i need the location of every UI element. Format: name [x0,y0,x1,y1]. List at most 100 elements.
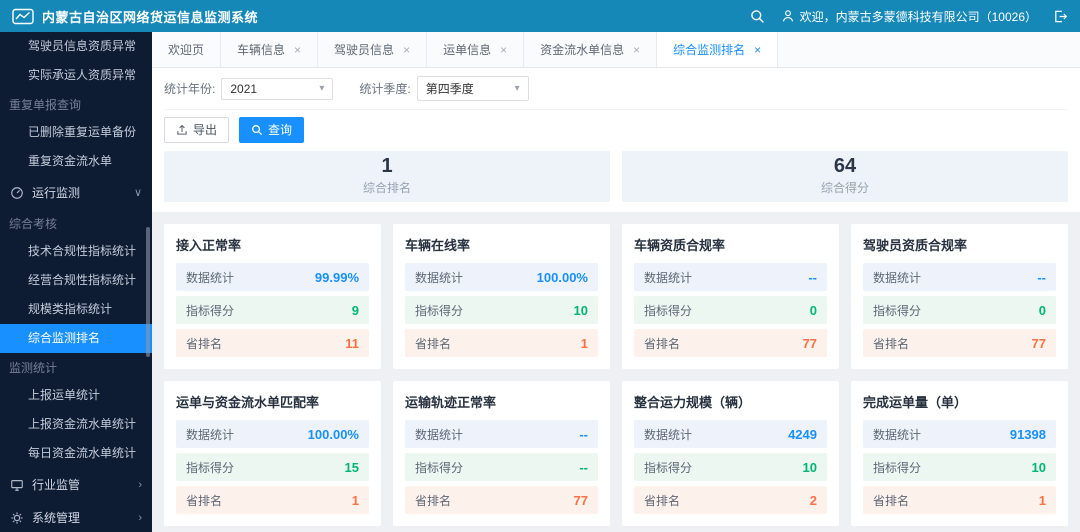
tab-fund-flow-info[interactable]: 资金流水单信息 × [524,32,658,67]
metric-stat-value: 4249 [788,426,817,442]
metric-rank-row: 省排名 11 [176,329,369,357]
app-window: 内蒙古自治区网络货运信息监测系统 欢迎，内蒙古多蒙德科技有限公司（10026） [0,0,1080,532]
sidebar-item-deleted-duplicate-waybill-backup[interactable]: 已删除重复运单备份 [0,118,152,147]
sidebar-group-system-management[interactable]: 系统管理 › [0,501,152,532]
metric-score-label: 指标得分 [186,303,235,318]
metric-rank-label: 省排名 [415,336,452,351]
app-logo-icon [12,8,34,25]
metric-score-label: 指标得分 [415,460,464,475]
summary-card-rank: 1 综合排名 [164,151,610,202]
sidebar-item-driver-info-cert-abnormal[interactable]: 驾驶员信息资质异常 [0,32,152,61]
user-icon [781,9,795,23]
close-icon[interactable]: × [294,43,301,57]
export-icon [176,124,188,136]
metric-card-title: 车辆资质合规率 [634,238,726,253]
monitor-icon [10,478,24,492]
metric-stat-value: -- [808,269,817,285]
metric-rank-value: 2 [809,492,817,508]
toolbar: 导出 查询 [164,110,1068,151]
metric-card: 完成运单量（单） 数据统计 91398 指标得分 10 省排名 1 [851,381,1068,526]
metric-stat-label: 数据统计 [873,270,922,285]
summary-card-score: 64 综合得分 [622,151,1068,202]
tab-label: 运单信息 [443,43,492,57]
tab-waybill-info[interactable]: 运单信息 × [427,32,525,67]
export-button[interactable]: 导出 [164,117,230,143]
metric-score-value: -- [579,459,588,475]
sidebar-group-label: 运行监测 [32,186,81,200]
sidebar-group-operation-monitoring[interactable]: 运行监测 ∨ [0,176,152,209]
query-button[interactable]: 查询 [239,117,305,143]
summary-score-value: 64 [833,155,857,177]
metric-card-title: 车辆在线率 [405,238,471,253]
quarter-select-value: 第四季度 [425,82,474,96]
metric-score-value: 0 [809,302,817,318]
sidebar-item-daily-fund-flow-stats[interactable]: 每日资金流水单统计 [0,439,152,468]
metric-rank-value: 77 [573,492,588,508]
sidebar-item-business-compliance-stats[interactable]: 经营合规性指标统计 [0,266,152,295]
metric-rank-value: 11 [345,335,359,351]
sidebar-item-reported-fund-flow-stats[interactable]: 上报资金流水单统计 [0,410,152,439]
sidebar-item-actual-carrier-cert-abnormal[interactable]: 实际承运人资质异常 [0,61,152,90]
close-icon[interactable]: × [500,43,507,57]
metric-stat-value: 91398 [1009,426,1046,442]
metric-score-row: 指标得分 -- [405,453,598,481]
tab-vehicle-info[interactable]: 车辆信息 × [221,32,319,67]
year-select-value: 2021 [230,81,258,96]
sidebar-scrollbar[interactable] [146,227,150,357]
metric-rank-value: 77 [1031,335,1046,351]
exit-icon[interactable] [1053,9,1068,24]
gauge-icon [10,186,24,200]
caret-down-icon: ▾ [514,83,520,94]
metrics-content: 接入正常率 数据统计 99.99% 指标得分 9 省排名 11 车辆在线率 数据… [152,212,1080,532]
sidebar-item-duplicate-fund-flow[interactable]: 重复资金流水单 [0,147,152,176]
gear-icon [10,511,24,525]
chevron-right-icon: › [138,478,142,491]
summary-rank-value: 1 [381,155,393,177]
metric-rank-label: 省排名 [415,493,452,508]
sidebar-item-reported-waybill-stats[interactable]: 上报运单统计 [0,381,152,410]
close-icon[interactable]: × [633,43,640,57]
tab-monitoring-ranking[interactable]: 综合监测排名 × [657,32,779,67]
metric-score-label: 指标得分 [415,303,464,318]
metric-stat-row: 数据统计 99.99% [176,263,369,291]
metric-card-title: 驾驶员资质合规率 [863,238,968,253]
metric-score-label: 指标得分 [186,460,235,475]
year-filter: 统计年份: 2021 ▾ [164,77,334,100]
metric-rank-label: 省排名 [186,336,223,351]
metric-score-label: 指标得分 [644,460,693,475]
sidebar-group-industry-supervision[interactable]: 行业监管 › [0,468,152,501]
sidebar-item-comprehensive-monitoring-ranking[interactable]: 综合监测排名 [0,324,152,353]
tab-label: 欢迎页 [168,43,205,57]
metric-stat-value: -- [1037,269,1046,285]
metric-score-value: 10 [802,459,817,475]
metric-rank-value: 1 [580,335,588,351]
quarter-select[interactable]: 第四季度 ▾ [416,76,529,101]
metric-stat-label: 数据统计 [415,427,464,442]
metric-rank-row: 省排名 1 [863,486,1056,514]
tab-driver-info[interactable]: 驾驶员信息 × [318,32,428,67]
chevron-down-icon: ∨ [133,187,142,199]
metric-stat-label: 数据统计 [644,270,693,285]
metric-score-value: 0 [1038,302,1046,318]
year-select[interactable]: 2021 ▾ [221,77,334,100]
metric-stat-value: -- [579,426,588,442]
close-icon[interactable]: × [403,43,410,57]
metric-score-label: 指标得分 [873,303,922,318]
metric-stat-value: 100.00% [536,269,588,285]
metric-score-label: 指标得分 [873,460,922,475]
sidebar-item-technical-compliance-stats[interactable]: 技术合规性指标统计 [0,237,152,266]
search-icon[interactable] [750,9,765,24]
metric-stat-row: 数据统计 -- [405,420,598,448]
sidebar-section-monitoring-stats: 监测统计 [9,361,58,375]
tab-welcome[interactable]: 欢迎页 [152,32,222,67]
sidebar-item-scale-indicator-stats[interactable]: 规模类指标统计 [0,295,152,324]
metric-stat-value: 100.00% [307,426,359,442]
quarter-filter: 统计季度: 第四季度 ▾ [359,76,529,101]
metric-rank-label: 省排名 [873,493,910,508]
metric-card-title: 运单与资金流水单匹配率 [176,395,320,410]
metric-rank-row: 省排名 1 [405,329,598,357]
metric-card: 车辆资质合规率 数据统计 -- 指标得分 0 省排名 77 [622,224,839,369]
user-menu[interactable]: 欢迎，内蒙古多蒙德科技有限公司（10026） [781,8,1037,25]
metric-stat-row: 数据统计 100.00% [176,420,369,448]
close-icon[interactable]: × [754,43,761,57]
